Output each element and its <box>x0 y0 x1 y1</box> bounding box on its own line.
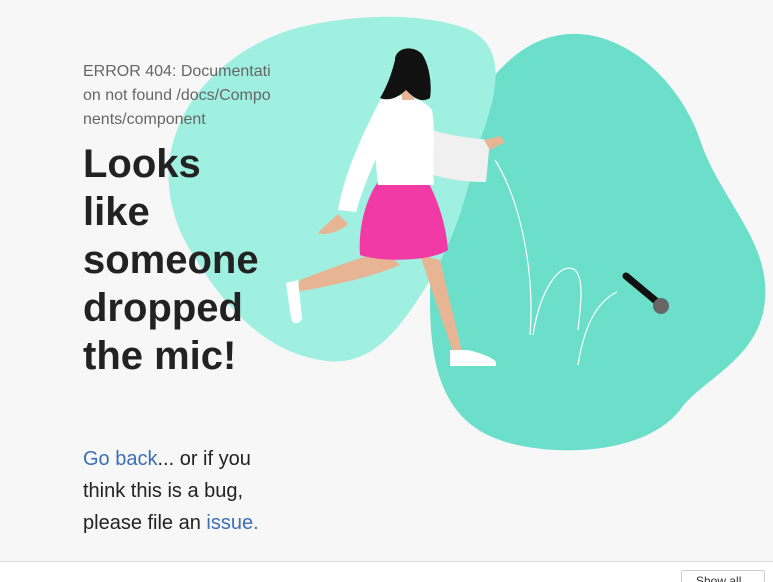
error-text-column: ERROR 404: Documentation not found /docs… <box>83 60 273 380</box>
go-back-link[interactable]: Go back <box>83 448 157 470</box>
error-page: ERROR 404: Documentation not found /docs… <box>0 0 773 582</box>
help-text: Go back... or if you think this is a bug… <box>83 443 263 539</box>
page-title: Looks like someone dropped the mic! <box>83 142 259 378</box>
file-issue-link[interactable]: issue. <box>206 512 258 534</box>
error-code: ERROR 404: Documentation not found /docs… <box>83 63 271 128</box>
bottom-bar: Show all <box>0 561 773 582</box>
show-all-button[interactable]: Show all <box>681 570 765 582</box>
